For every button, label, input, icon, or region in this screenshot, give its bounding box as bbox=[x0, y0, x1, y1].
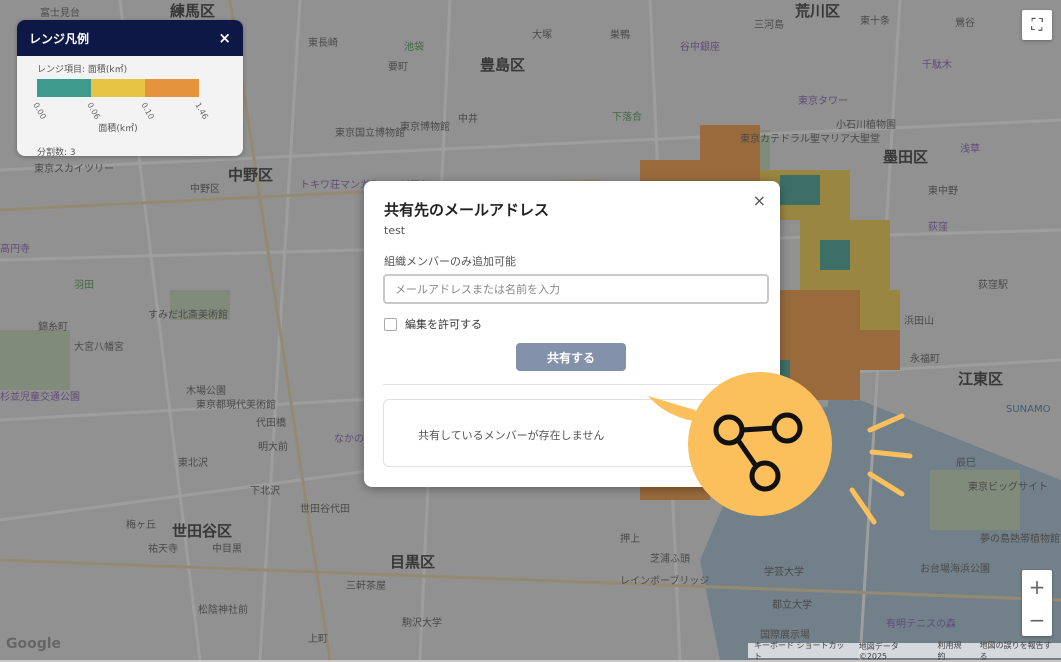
map-data-label: 地図データ ©2025 bbox=[858, 641, 899, 661]
share-icon bbox=[648, 372, 913, 525]
legend-count: 分割数: 3 bbox=[37, 148, 76, 156]
legend-swatch bbox=[91, 79, 145, 97]
legend-xlabel: 面積(k㎡) bbox=[98, 124, 138, 134]
legend-tick: 0.10 bbox=[139, 101, 156, 121]
map-attribution: キーボード ショートカット 地図データ ©2025 利用規約 地図の誤りを報告す… bbox=[748, 641, 1061, 661]
legend-ticks: 0.00 0.06 0.10 1.46 bbox=[31, 97, 217, 121]
legend-item-label: レンジ項目: 面積(k㎡) bbox=[37, 65, 128, 75]
range-legend: レンジ凡例 × レンジ項目: 面積(k㎡) 0.00 0.06 0.10 1.4… bbox=[17, 20, 243, 156]
zoom-out-button[interactable]: − bbox=[1022, 603, 1052, 636]
report-error-link[interactable]: 地図の誤りを報告する bbox=[980, 640, 1055, 662]
allow-edit-row[interactable]: 編集を許可する bbox=[384, 316, 482, 332]
legend-color-bar bbox=[37, 79, 199, 97]
zoom-control: + − bbox=[1022, 570, 1052, 636]
google-logo: Google bbox=[6, 636, 62, 652]
legend-swatch bbox=[145, 79, 199, 97]
allow-edit-label: 編集を許可する bbox=[405, 318, 482, 331]
empty-members-text: 共有しているメンバーが存在しません bbox=[418, 429, 605, 442]
fullscreen-icon: ⛶ bbox=[1031, 15, 1043, 34]
fullscreen-button[interactable]: ⛶ bbox=[1022, 10, 1052, 40]
legend-header: レンジ凡例 × bbox=[17, 20, 243, 56]
zoom-in-button[interactable]: + bbox=[1022, 570, 1052, 603]
email-input[interactable] bbox=[383, 274, 769, 304]
field-label: 組織メンバーのみ追加可能 bbox=[384, 255, 516, 268]
legend-swatch bbox=[37, 79, 91, 97]
keyboard-shortcuts-link[interactable]: キーボード ショートカット bbox=[754, 640, 847, 662]
dialog-subtitle: test bbox=[384, 224, 406, 237]
close-icon[interactable]: × bbox=[218, 29, 231, 47]
legend-tick: 1.46 bbox=[193, 101, 210, 121]
terms-link[interactable]: 利用規約 bbox=[938, 640, 968, 662]
legend-tick: 0.06 bbox=[85, 101, 102, 121]
dialog-title: 共有先のメールアドレス bbox=[384, 201, 550, 219]
legend-tick: 0.00 bbox=[31, 101, 48, 121]
legend-title: レンジ凡例 bbox=[29, 31, 90, 46]
allow-edit-checkbox[interactable] bbox=[384, 317, 397, 331]
legend-body: レンジ項目: 面積(k㎡) 0.00 0.06 0.10 1.46 面積(k㎡)… bbox=[17, 56, 243, 156]
share-button[interactable]: 共有する bbox=[516, 343, 626, 371]
close-icon[interactable]: × bbox=[753, 191, 766, 210]
